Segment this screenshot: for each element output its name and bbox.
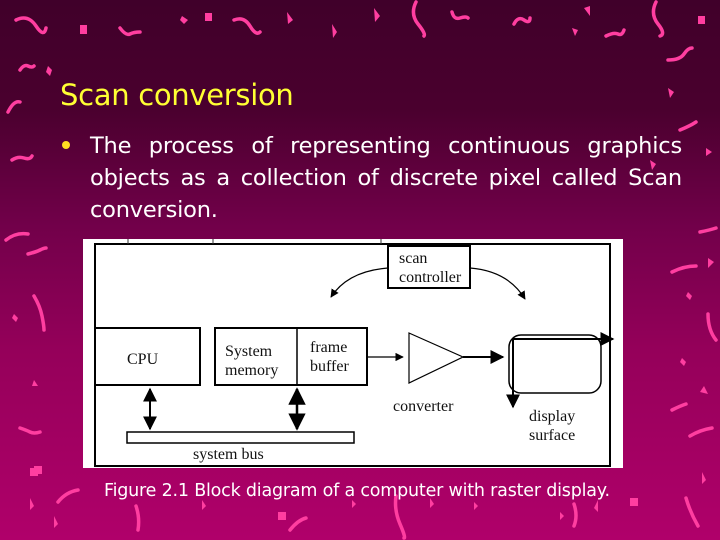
- scan-to-buffer-arrow: [330, 267, 389, 298]
- scan-controller-label-1: scan: [399, 250, 427, 267]
- display-surface: [508, 334, 602, 394]
- converter-triangle: [408, 332, 465, 384]
- block-diagram-figure: CPU System memory frame buffer system bu…: [83, 239, 623, 468]
- frame-buffer-label-1: frame: [310, 339, 347, 356]
- figure-caption: Figure 2.1 Block diagram of a computer w…: [104, 481, 610, 501]
- cpu-label: CPU: [127, 351, 159, 368]
- display-surface-label-2: surface: [529, 427, 575, 444]
- frame-buffer-label-2: buffer: [310, 358, 349, 375]
- system-memory-label-1: System: [225, 343, 273, 360]
- slide-title: Scan conversion: [60, 78, 294, 112]
- bullet-list: The process of representing continuous g…: [62, 130, 682, 226]
- display-surface-label-1: display: [529, 408, 575, 425]
- system-memory-label-2: memory: [225, 362, 278, 379]
- bullet-dot-icon: [62, 141, 70, 149]
- scan-controller-label-2: controller: [399, 269, 462, 286]
- converter-label: converter: [393, 398, 454, 415]
- system-bus-label: system bus: [193, 446, 264, 463]
- block-diagram: CPU System memory frame buffer system bu…: [94, 239, 615, 467]
- bullet-item: The process of representing continuous g…: [90, 133, 682, 223]
- scan-to-display-arrow: [469, 267, 526, 300]
- system-bus-bar: [126, 431, 355, 444]
